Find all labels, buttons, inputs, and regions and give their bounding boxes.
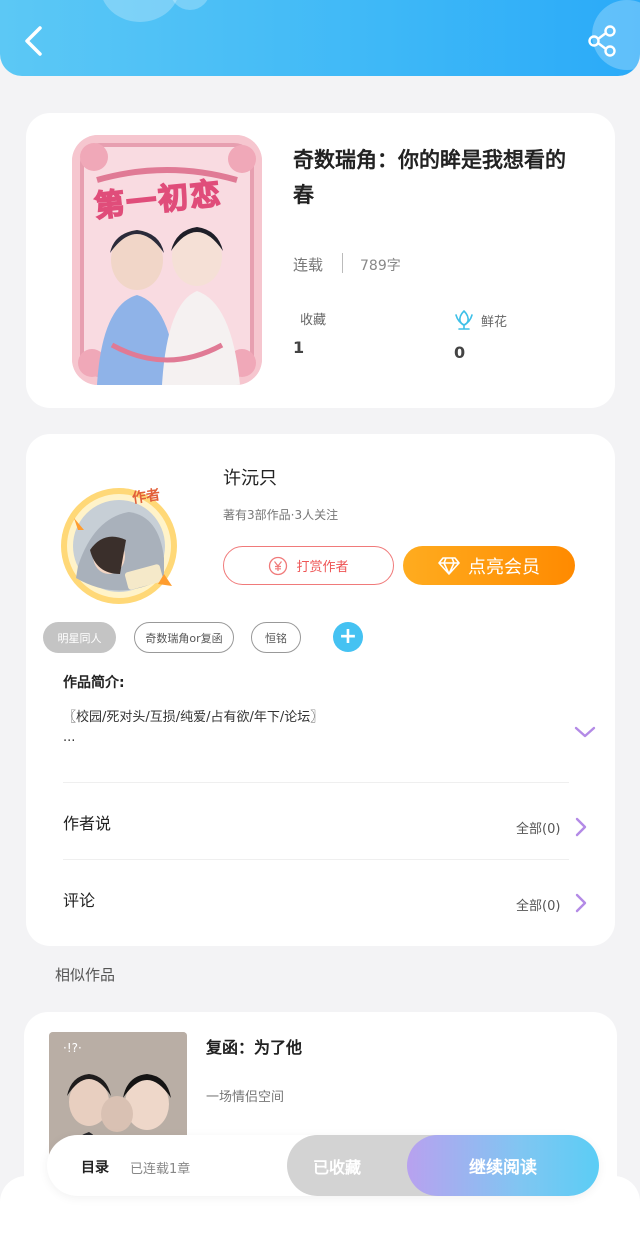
author-notes-arrow[interactable] xyxy=(574,816,588,838)
chevron-down-icon xyxy=(574,726,596,738)
comments-title: 评论 xyxy=(63,891,96,910)
author-avatar[interactable]: 作者 xyxy=(54,478,184,608)
author-badge: 作者 xyxy=(131,487,162,507)
book-cover[interactable]: 第一初恋 xyxy=(72,135,262,385)
top-bar xyxy=(0,0,640,76)
favorites-count: 1 xyxy=(293,338,305,357)
bottom-action-bar: 目录 已连载1章 已收藏 继续阅读 xyxy=(47,1135,599,1196)
chevron-right-icon xyxy=(575,893,587,913)
similar-work-desc: 一场情侣空间 xyxy=(206,1090,285,1105)
tip-author-button[interactable]: 打赏作者 xyxy=(223,546,394,585)
continue-reading-button[interactable]: 继续阅读 xyxy=(407,1135,599,1196)
tag-chip[interactable]: 明星同人 xyxy=(43,622,116,653)
serial-status: 连载 xyxy=(293,256,324,274)
book-title: 奇数瑞角：你的眸是我想看的春 xyxy=(293,148,566,207)
divider xyxy=(342,253,343,273)
diamond-icon xyxy=(438,556,460,575)
vip-membership-label: 点亮会员 xyxy=(468,556,540,578)
table-of-contents-button[interactable]: 目录 xyxy=(81,1157,109,1177)
header-bubble-decoration xyxy=(170,0,210,10)
chapter-status: 已连载1章 xyxy=(130,1162,191,1177)
flowers-count: 0 xyxy=(454,343,466,362)
flower-icon[interactable] xyxy=(453,308,475,330)
book-info-card: 第一初恋 奇数瑞角：你的眸是我想看的春 连载 789字 收藏 1 鲜花 0 xyxy=(26,113,615,408)
divider xyxy=(63,782,569,783)
expand-intro-button[interactable] xyxy=(573,724,597,740)
word-count: 789字 xyxy=(360,258,401,274)
tip-author-label: 打赏作者 xyxy=(296,560,349,575)
book-cover-art xyxy=(72,135,262,385)
header-bubble-decoration xyxy=(100,0,180,22)
tag-chip[interactable]: 恒铭 xyxy=(251,622,301,653)
share-button[interactable] xyxy=(586,24,620,58)
vip-membership-button[interactable]: 点亮会员 xyxy=(403,546,575,585)
yen-coin-icon xyxy=(269,556,288,575)
comments-all-link[interactable]: 全部(0) xyxy=(516,895,560,914)
chevron-left-icon xyxy=(25,26,42,56)
add-tag-button[interactable]: + xyxy=(333,622,363,652)
similar-works-heading: 相似作品 xyxy=(55,966,116,984)
share-icon xyxy=(588,25,616,57)
favorites-label: 收藏 xyxy=(300,313,327,328)
similar-work-title: 复函：为了他 xyxy=(206,1038,303,1057)
author-notes-title: 作者说 xyxy=(63,814,112,833)
flowers-label: 鲜花 xyxy=(481,315,508,330)
plus-icon: + xyxy=(338,624,358,649)
tag-chip[interactable]: 奇数瑞角or复函 xyxy=(134,622,234,653)
back-button[interactable] xyxy=(18,24,52,58)
author-name[interactable]: 许沅只 xyxy=(223,464,277,490)
book-detail-card: 作者 许沅只 著有3部作品·3人关注 打赏作者 点亮会员 明星同人 奇数瑞角or… xyxy=(26,434,615,946)
author-notes-all-link[interactable]: 全部(0) xyxy=(516,818,560,837)
divider xyxy=(63,859,569,860)
chevron-right-icon xyxy=(575,817,587,837)
author-avatar-image xyxy=(61,488,177,604)
intro-text: 〖校园/死对头/互损/纯爱/占有欲/年下/论坛〗 xyxy=(63,710,324,725)
intro-label: 作品简介: xyxy=(63,675,125,691)
svg-text:·!?·: ·!?· xyxy=(63,1041,82,1055)
author-meta: 著有3部作品·3人关注 xyxy=(223,508,339,522)
intro-ellipsis: ... xyxy=(63,730,76,745)
comments-arrow[interactable] xyxy=(574,892,588,914)
